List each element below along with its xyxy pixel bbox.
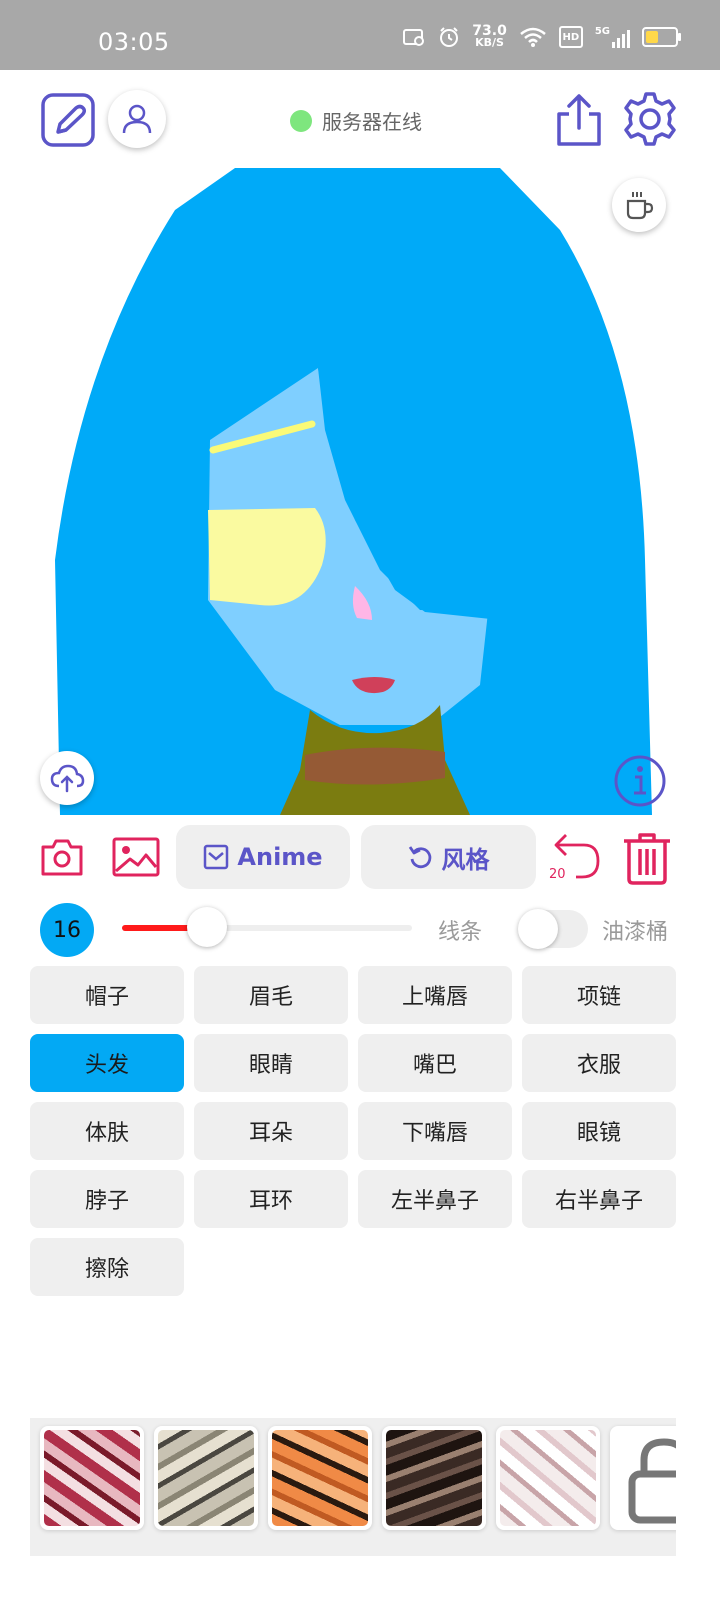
image-icon [112, 837, 160, 877]
part-button[interactable]: 耳朵 [194, 1102, 348, 1160]
gallery-button[interactable] [112, 837, 160, 877]
part-button[interactable]: 帽子 [30, 966, 184, 1024]
alarm-icon [440, 27, 459, 47]
anime-label: Anime [237, 843, 323, 871]
undo-count: 20 [549, 867, 566, 882]
battery-icon [642, 27, 681, 47]
signal-icon: 5G [595, 26, 630, 48]
wifi-icon [520, 27, 546, 47]
clear-button[interactable] [622, 831, 672, 885]
share-icon [557, 94, 601, 146]
net-speed: 73.0 KB/S [472, 24, 507, 49]
status-time: 03:05 [98, 28, 170, 56]
signal-label: 5G [594, 26, 610, 37]
brush-size-slider[interactable] [122, 907, 412, 947]
style-thumb-grey-stone[interactable] [154, 1426, 258, 1530]
anime-button[interactable]: Anime [176, 825, 350, 889]
refresh-icon [408, 846, 431, 869]
part-button[interactable]: 脖子 [30, 1170, 184, 1228]
coffee-button[interactable] [612, 178, 666, 232]
style-thumb-pale-pink[interactable] [496, 1426, 600, 1530]
drawing-canvas[interactable] [0, 165, 720, 815]
profile-button[interactable] [108, 90, 166, 148]
net-speed-unit: KB/S [475, 36, 504, 49]
part-button[interactable]: 擦除 [30, 1238, 184, 1296]
style-thumb-red-ink[interactable] [40, 1426, 144, 1530]
part-button[interactable]: 眼睛 [194, 1034, 348, 1092]
part-button[interactable]: 左半鼻子 [358, 1170, 512, 1228]
part-grid: 帽子 眉毛 上嘴唇 项链头发 眼睛 嘴巴 衣服体肤 耳朵 下嘴唇 眼镜脖子 耳环 左半鼻子 右半鼻子擦除 [30, 966, 676, 1296]
checkbox-icon [204, 844, 229, 870]
bucket-label: 油漆桶 [602, 920, 669, 945]
info-button[interactable] [612, 753, 668, 809]
scarf-shape [305, 747, 445, 785]
user-icon [122, 104, 152, 134]
trash-icon [624, 833, 670, 885]
info-icon [614, 755, 666, 807]
part-button[interactable]: 衣服 [522, 1034, 676, 1092]
edit-icon [41, 93, 95, 147]
part-button[interactable]: 体肤 [30, 1102, 184, 1160]
line-label: 线条 [438, 920, 483, 945]
part-button[interactable]: 耳环 [194, 1170, 348, 1228]
bucket-toggle[interactable] [518, 909, 588, 949]
style-thumb-orange-tiger[interactable] [268, 1426, 372, 1530]
part-button[interactable]: 眼镜 [522, 1102, 676, 1160]
settings-button[interactable] [622, 91, 678, 147]
hd-icon: HD [558, 26, 583, 48]
part-button[interactable]: 头发 [30, 1034, 184, 1092]
server-status: 服务器在线 [290, 106, 422, 135]
server-status-text: 服务器在线 [322, 110, 422, 134]
style-thumb-locked[interactable] [610, 1426, 676, 1530]
part-button[interactable]: 眉毛 [194, 966, 348, 1024]
part-button[interactable]: 上嘴唇 [358, 966, 512, 1024]
part-button[interactable]: 右半鼻子 [522, 1170, 676, 1228]
status-bar: 03:05 73.0 KB/S HD 5G [0, 0, 720, 70]
screen-record-icon [403, 29, 425, 46]
share-button[interactable] [555, 92, 603, 148]
style-strip[interactable] [30, 1418, 676, 1556]
camera-button[interactable] [40, 837, 84, 877]
edit-button[interactable] [40, 92, 96, 148]
style-button[interactable]: 风格 [361, 825, 536, 889]
part-button[interactable]: 嘴巴 [358, 1034, 512, 1092]
part-button[interactable]: 下嘴唇 [358, 1102, 512, 1160]
upload-button[interactable] [40, 751, 94, 805]
slider-fill [122, 925, 198, 931]
coffee-icon [626, 192, 654, 220]
online-indicator [290, 109, 312, 132]
style-label: 风格 [441, 845, 490, 874]
status-icons: 73.0 KB/S HD 5G [402, 24, 681, 49]
lock-icon [628, 1438, 676, 1524]
cloud-upload-icon [50, 764, 85, 793]
drawing [55, 168, 652, 815]
settings-icon [624, 92, 676, 146]
part-button[interactable]: 项链 [522, 966, 676, 1024]
tool-row: Anime 风格 20 [0, 825, 720, 895]
style-thumb-dark-brown[interactable] [382, 1426, 486, 1530]
slider-thumb[interactable] [187, 907, 228, 947]
camera-icon [41, 839, 83, 876]
brush-size-badge: 16 [40, 903, 94, 957]
bucket-toggle-thumb [518, 909, 558, 949]
